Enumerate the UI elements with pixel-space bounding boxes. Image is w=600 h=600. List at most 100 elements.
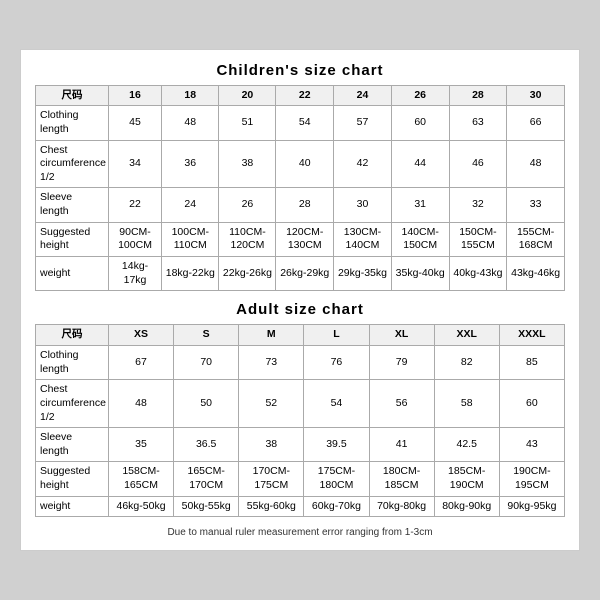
table-row: weight14kg-17kg18kg-22kg22kg-26kg26kg-29… [36,257,565,291]
table-cell: 54 [276,106,334,140]
table-cell: 42.5 [434,428,499,462]
column-header: 20 [219,85,276,106]
table-cell: 130CM-140CM [334,222,392,256]
row-label: Chestcircumference1/2 [36,140,109,188]
column-header: 18 [162,85,219,106]
table-cell: 28 [276,188,334,222]
table-cell: 42 [334,140,392,188]
table-row: Clothinglength67707376798285 [36,345,565,379]
table-cell: 100CM-110CM [162,222,219,256]
table-cell: 22kg-26kg [219,257,276,291]
table-cell: 35kg-40kg [391,257,449,291]
column-header: L [304,325,369,346]
table-cell: 54 [304,380,369,428]
table-cell: 46 [449,140,507,188]
table-cell: 44 [391,140,449,188]
table-row: Clothinglength4548515457606366 [36,106,565,140]
table-cell: 43 [499,428,564,462]
table-cell: 70kg-80kg [369,496,434,517]
row-label: weight [36,496,109,517]
column-header: 16 [108,85,161,106]
children-chart-title: Children's size chart [35,62,565,79]
table-cell: 31 [391,188,449,222]
adult-size-table: 尺码XSSMLXLXXLXXXLClothinglength6770737679… [35,324,565,517]
table-cell: 35 [108,428,173,462]
table-cell: 40 [276,140,334,188]
table-row: Chestcircumference1/248505254565860 [36,380,565,428]
table-cell: 43kg-46kg [507,257,565,291]
row-label: weight [36,257,109,291]
table-cell: 70 [174,345,239,379]
table-cell: 150CM-155CM [449,222,507,256]
row-label: Sleevelength [36,188,109,222]
table-cell: 48 [108,380,173,428]
row-label: Clothinglength [36,106,109,140]
table-cell: 45 [108,106,161,140]
table-cell: 73 [239,345,304,379]
table-cell: 41 [369,428,434,462]
table-cell: 82 [434,345,499,379]
table-cell: 79 [369,345,434,379]
table-cell: 38 [219,140,276,188]
table-cell: 55kg-60kg [239,496,304,517]
column-header: 26 [391,85,449,106]
table-cell: 175CM-180CM [304,462,369,496]
table-row: weight46kg-50kg50kg-55kg55kg-60kg60kg-70… [36,496,565,517]
table-cell: 38 [239,428,304,462]
row-label: Clothinglength [36,345,109,379]
table-row: Sleevelength2224262830313233 [36,188,565,222]
table-cell: 85 [499,345,564,379]
table-cell: 60 [499,380,564,428]
table-cell: 58 [434,380,499,428]
table-cell: 50 [174,380,239,428]
table-cell: 170CM-175CM [239,462,304,496]
table-cell: 34 [108,140,161,188]
table-cell: 66 [507,106,565,140]
table-cell: 67 [108,345,173,379]
column-header: 30 [507,85,565,106]
table-cell: 36 [162,140,219,188]
table-cell: 155CM-168CM [507,222,565,256]
table-cell: 36.5 [174,428,239,462]
table-cell: 32 [449,188,507,222]
table-cell: 80kg-90kg [434,496,499,517]
table-cell: 29kg-35kg [334,257,392,291]
table-cell: 33 [507,188,565,222]
table-cell: 90kg-95kg [499,496,564,517]
column-header: XXL [434,325,499,346]
table-cell: 46kg-50kg [108,496,173,517]
column-header: XS [108,325,173,346]
table-cell: 60kg-70kg [304,496,369,517]
table-cell: 48 [507,140,565,188]
row-label: Sleevelength [36,428,109,462]
table-cell: 110CM-120CM [219,222,276,256]
column-header: 28 [449,85,507,106]
column-header: XXXL [499,325,564,346]
column-header: M [239,325,304,346]
table-cell: 158CM-165CM [108,462,173,496]
table-cell: 185CM-190CM [434,462,499,496]
table-cell: 30 [334,188,392,222]
row-label: Suggestedheight [36,462,109,496]
column-header: 尺码 [36,325,109,346]
row-label: Chestcircumference1/2 [36,380,109,428]
table-cell: 57 [334,106,392,140]
table-row: Suggestedheight158CM-165CM165CM-170CM170… [36,462,565,496]
table-cell: 76 [304,345,369,379]
table-cell: 120CM-130CM [276,222,334,256]
table-cell: 52 [239,380,304,428]
table-row: Suggestedheight90CM-100CM100CM-110CM110C… [36,222,565,256]
table-cell: 22 [108,188,161,222]
table-cell: 24 [162,188,219,222]
table-cell: 63 [449,106,507,140]
table-cell: 48 [162,106,219,140]
table-cell: 56 [369,380,434,428]
table-row: Sleevelength3536.53839.54142.543 [36,428,565,462]
table-cell: 190CM-195CM [499,462,564,496]
table-cell: 60 [391,106,449,140]
column-header: 22 [276,85,334,106]
table-cell: 51 [219,106,276,140]
row-label: Suggestedheight [36,222,109,256]
table-cell: 140CM-150CM [391,222,449,256]
size-chart-card: Children's size chart 尺码1618202224262830… [20,49,580,552]
